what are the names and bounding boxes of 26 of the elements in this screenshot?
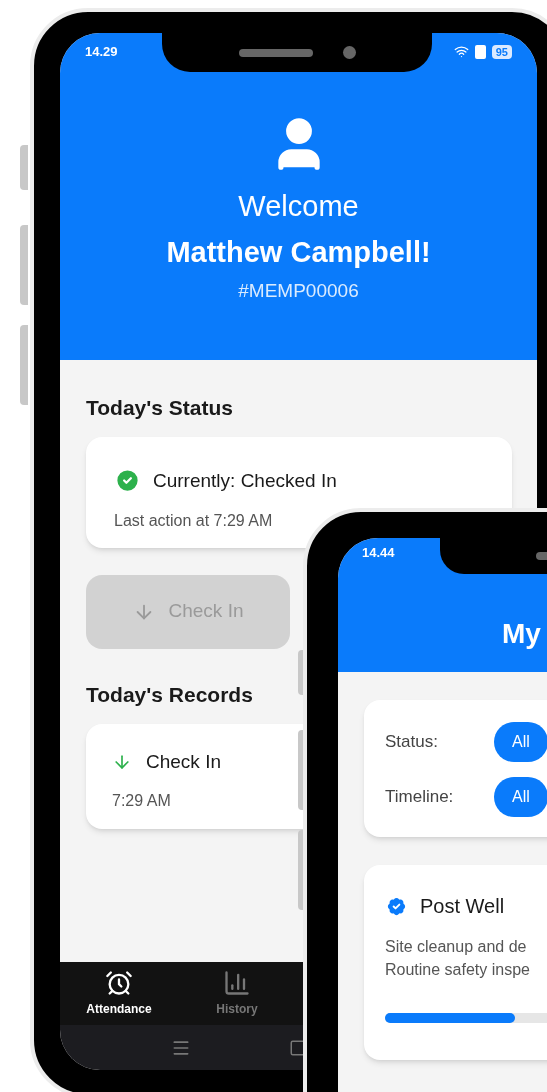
filter-label: Status: [385, 731, 439, 754]
page-title: My [502, 616, 541, 651]
nav-tab[interactable]: History [178, 962, 296, 1025]
status-text: Currently: Checked In [153, 468, 337, 493]
project-name: Post Well [420, 894, 505, 919]
filter-label: Timeline: [385, 786, 455, 809]
project-description: Site cleanup and de [385, 937, 528, 957]
record-label: Check In [146, 750, 221, 774]
employee-id: #MEMP00006 [238, 279, 359, 303]
nav-tab[interactable]: Attendance [60, 962, 178, 1025]
battery-indicator: 95 [491, 44, 512, 59]
user-name: Matthew Campbell! [166, 235, 431, 269]
alarm-clock-icon [105, 969, 133, 997]
status-time: 14.29 [85, 42, 118, 61]
project-description: Routine safety inspe [385, 960, 531, 980]
wifi-icon [453, 44, 469, 59]
filter-chip[interactable]: All [494, 777, 547, 817]
greeting-text: Welcome [238, 189, 359, 223]
filter-chip[interactable]: All [494, 722, 547, 762]
section-title: Today's Records [86, 681, 254, 708]
sim-icon [474, 44, 486, 59]
section-title: Today's Status [86, 395, 234, 421]
last-action-text: Last action at 7:29 AM [114, 511, 274, 531]
status-time: 14.44 [362, 544, 395, 562]
record-time: 7:29 AM [112, 790, 172, 811]
bar-chart-icon [223, 969, 251, 997]
